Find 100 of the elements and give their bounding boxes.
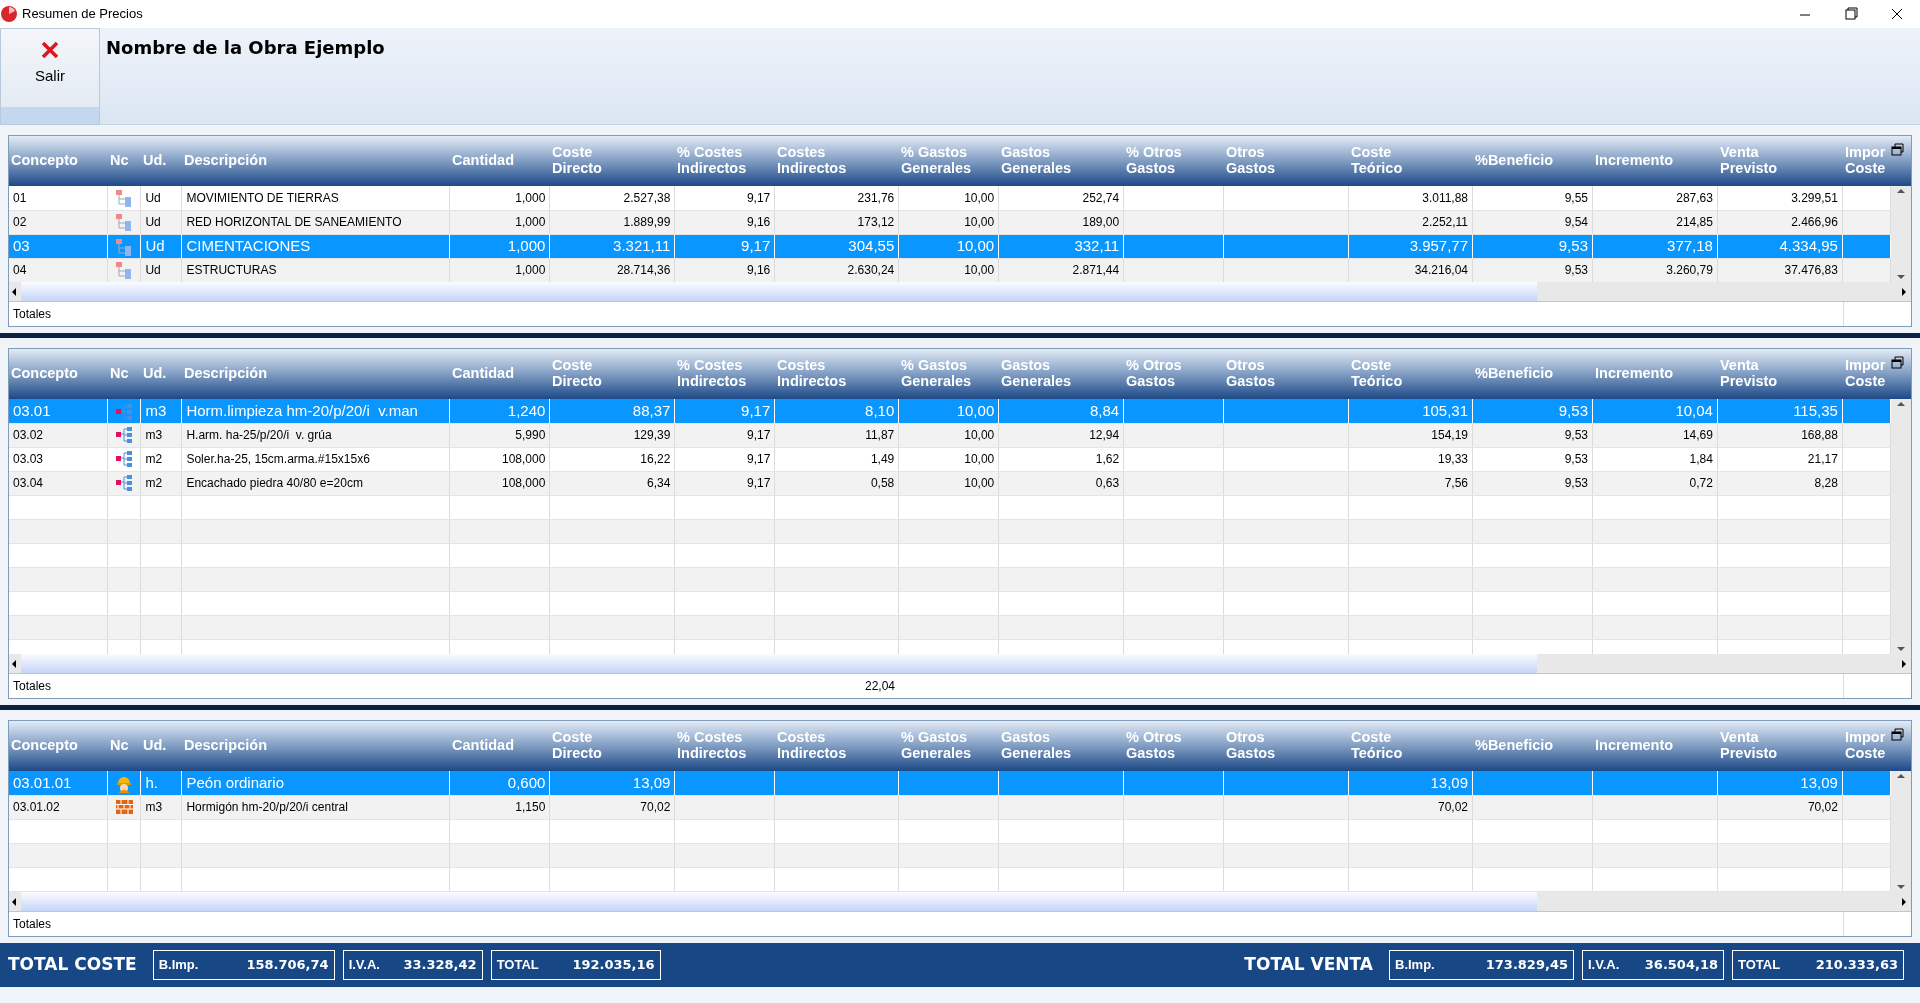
column-header[interactable]: % Otros Gastos xyxy=(1124,136,1224,186)
column-header[interactable]: Ud. xyxy=(141,349,182,399)
column-header[interactable]: Coste Teórico xyxy=(1349,721,1473,771)
column-header[interactable]: % Costes Indirectos xyxy=(675,136,775,186)
table-cell: 9,53 xyxy=(1472,447,1593,471)
table-cell: 10,00 xyxy=(898,210,999,234)
field-value: 192.035,16 xyxy=(572,956,655,975)
column-header[interactable]: Coste Teórico xyxy=(1349,349,1473,399)
column-header[interactable]: Venta Previsto xyxy=(1718,136,1843,186)
table-row[interactable]: 03.01 m3 Horm.limpieza hm-20/p/20/i v.man 1,240 88,37 9,17 8,10 10,00 8,84 105,31 9,53 10,04 115,35 xyxy=(9,399,1891,423)
column-header[interactable]: Incremento xyxy=(1593,721,1718,771)
column-header[interactable]: Gastos Generales xyxy=(999,721,1124,771)
column-chooser-icon[interactable] xyxy=(1891,728,1904,742)
column-chooser-icon[interactable] xyxy=(1891,143,1904,157)
table-cell: 2.527,38 xyxy=(549,186,675,210)
column-chooser-icon[interactable] xyxy=(1891,356,1904,370)
column-header[interactable]: Nc xyxy=(108,349,141,399)
field-label: TOTAL xyxy=(1738,956,1781,975)
column-header[interactable]: Otros Gastos xyxy=(1224,349,1349,399)
table-cell: 9,54 xyxy=(1472,210,1593,234)
table-cell: m2 xyxy=(140,471,182,495)
column-header[interactable]: Cantidad xyxy=(450,349,550,399)
exit-button[interactable]: Salir xyxy=(0,28,100,125)
table-cell: Ud xyxy=(140,210,182,234)
table-row[interactable]: 03 Ud CIMENTACIONES 1,000 3.321,11 9,17 304,55 10,00 332,11 3.957,77 9,53 377,18 4.334,95 xyxy=(9,234,1891,258)
vertical-scrollbar[interactable] xyxy=(1891,399,1911,654)
column-header[interactable]: Descripción xyxy=(182,136,450,186)
column-header[interactable]: Costes Indirectos xyxy=(775,721,899,771)
table-cell: 5,990 xyxy=(449,423,550,447)
column-header[interactable]: % Gastos Generales xyxy=(899,136,999,186)
column-header[interactable]: Impor Coste xyxy=(1843,136,1891,186)
table-cell: 0,72 xyxy=(1592,471,1718,495)
column-header[interactable]: Nc xyxy=(108,721,141,771)
column-header[interactable]: Coste Directo xyxy=(550,349,675,399)
column-header[interactable]: Coste Teórico xyxy=(1349,136,1473,186)
column-header[interactable]: Coste Directo xyxy=(550,136,675,186)
column-header[interactable]: %Beneficio xyxy=(1473,136,1593,186)
table-cell: 115,35 xyxy=(1717,399,1843,423)
column-header[interactable]: Costes Indirectos xyxy=(775,136,899,186)
vertical-scrollbar[interactable] xyxy=(1891,771,1911,892)
column-header[interactable]: Concepto xyxy=(9,349,108,399)
table-cell: Hormigón hm-20/p/20/i central xyxy=(181,795,450,819)
column-header[interactable]: Gastos Generales xyxy=(999,136,1124,186)
totals-label: Totales xyxy=(12,678,53,695)
column-header[interactable]: Coste Directo xyxy=(550,721,675,771)
column-header[interactable]: Venta Previsto xyxy=(1718,349,1843,399)
column-header[interactable]: Descripción xyxy=(182,721,450,771)
column-header[interactable]: Incremento xyxy=(1593,349,1718,399)
column-header[interactable]: Concepto xyxy=(9,721,108,771)
table-row[interactable]: 01 Ud MOVIMIENTO DE TIERRAS 1,000 2.527,38 9,17 231,76 10,00 252,74 3.011,88 9,55 287,63 3.299,51 xyxy=(9,186,1891,210)
column-header[interactable]: Ud. xyxy=(141,721,182,771)
column-header[interactable]: % Otros Gastos xyxy=(1124,721,1224,771)
table-cell: 1,240 xyxy=(449,399,550,423)
table-row[interactable]: 04 Ud ESTRUCTURAS 1,000 28.714,36 9,16 2.630,24 10,00 2.871,44 34.216,04 9,53 3.260,79 37.476,83 xyxy=(9,258,1891,282)
worker-icon xyxy=(115,774,134,793)
field-label: I.V.A. xyxy=(1588,956,1620,975)
table-cell: 03.04 xyxy=(9,471,108,495)
field-value: 210.333,63 xyxy=(1815,956,1898,975)
column-header[interactable]: Descripción xyxy=(182,349,450,399)
column-header[interactable]: Concepto xyxy=(9,136,108,186)
column-header[interactable]: % Otros Gastos xyxy=(1124,349,1224,399)
column-header[interactable]: Impor Coste xyxy=(1843,721,1891,771)
table-cell: 10,00 xyxy=(898,399,999,423)
table-cell: 3.957,77 xyxy=(1348,234,1473,258)
table-row[interactable]: 03.01.01 h. Peón ordinario 0,600 13,09 13,09 13,09 xyxy=(9,771,1891,795)
table-row[interactable]: 03.01.02 m3 Hormigón hm-20/p/20/i central 1,150 70,02 70,02 70,02 xyxy=(9,795,1891,819)
table-cell: m3 xyxy=(140,423,182,447)
column-header[interactable]: Gastos Generales xyxy=(999,349,1124,399)
column-header[interactable]: Costes Indirectos xyxy=(775,349,899,399)
column-header[interactable]: % Costes Indirectos xyxy=(675,721,775,771)
column-header[interactable]: Venta Previsto xyxy=(1718,721,1843,771)
table-cell: RED HORIZONTAL DE SANEAMIENTO xyxy=(181,210,450,234)
project-title: Nombre de la Obra Ejemplo xyxy=(106,36,385,60)
table-row[interactable]: 03.04 m2 Encachado piedra 40/80 e=20cm 108,000 6,34 9,17 0,58 10,00 0,63 7,56 9,53 0,72 8,28 xyxy=(9,471,1891,495)
column-header[interactable]: Cantidad xyxy=(450,721,550,771)
column-header[interactable]: % Costes Indirectos xyxy=(675,349,775,399)
table-cell: 11,87 xyxy=(774,423,899,447)
table-cell: Horm.limpieza hm-20/p/20/i v.man xyxy=(181,399,450,423)
table-cell: 9,17 xyxy=(674,423,775,447)
column-header[interactable]: Incremento xyxy=(1593,136,1718,186)
table-cell: 1,62 xyxy=(998,447,1124,471)
column-header[interactable]: Otros Gastos xyxy=(1224,136,1349,186)
column-header[interactable]: Ud. xyxy=(141,136,182,186)
vertical-scrollbar[interactable] xyxy=(1891,186,1911,282)
table-row[interactable]: 03.02 m3 H.arm. ha-25/p/20/i v. grúa 5,990 129,39 9,17 11,87 10,00 12,94 154,19 9,53 14,69 168,88 xyxy=(9,423,1891,447)
table-row[interactable]: 02 Ud RED HORIZONTAL DE SANEAMIENTO 1,000 1.889,99 9,16 173,12 10,00 189,00 2.252,11 9,54 214,85 2.466,96 xyxy=(9,210,1891,234)
table-cell: 2.466,96 xyxy=(1717,210,1843,234)
column-header[interactable]: %Beneficio xyxy=(1473,349,1593,399)
table-cell: 9,17 xyxy=(674,471,775,495)
column-header[interactable]: % Gastos Generales xyxy=(899,349,999,399)
column-header[interactable]: % Gastos Generales xyxy=(899,721,999,771)
column-header[interactable]: Impor Coste xyxy=(1843,349,1891,399)
table-cell: 304,55 xyxy=(774,234,899,258)
table-cell: 10,00 xyxy=(898,423,999,447)
column-header[interactable]: Nc xyxy=(108,136,141,186)
column-header[interactable]: %Beneficio xyxy=(1473,721,1593,771)
column-header[interactable]: Otros Gastos xyxy=(1224,721,1349,771)
chapter-tree-icon xyxy=(115,261,134,280)
column-header[interactable]: Cantidad xyxy=(450,136,550,186)
table-row[interactable]: 03.03 m2 Soler.ha-25, 15cm.arma.#15x15x6 108,000 16,22 9,17 1,49 10,00 1,62 19,33 9,53 1,84 21,17 xyxy=(9,447,1891,471)
